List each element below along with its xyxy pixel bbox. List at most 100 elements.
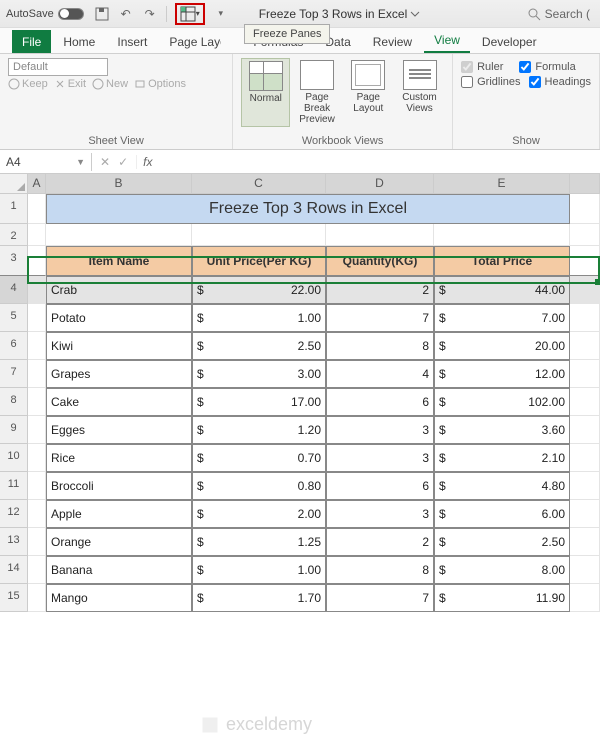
cell-price[interactable]: $22.00 bbox=[192, 276, 326, 304]
cell-item[interactable]: Potato bbox=[46, 304, 192, 332]
cell[interactable] bbox=[570, 388, 600, 416]
row-header[interactable]: 5 bbox=[0, 304, 28, 332]
custom-views-button[interactable]: Custom Views bbox=[395, 58, 444, 127]
save-icon[interactable] bbox=[94, 6, 110, 22]
cell[interactable] bbox=[28, 360, 46, 388]
cell-price[interactable]: $2.00 bbox=[192, 500, 326, 528]
cell-qty[interactable]: 7 bbox=[326, 304, 434, 332]
cell-price[interactable]: $1.00 bbox=[192, 556, 326, 584]
cell-qty[interactable]: 8 bbox=[326, 332, 434, 360]
cell-price[interactable]: $0.70 bbox=[192, 444, 326, 472]
cell-qty[interactable]: 7 bbox=[326, 584, 434, 612]
cell[interactable] bbox=[28, 276, 46, 304]
cell[interactable] bbox=[28, 584, 46, 612]
cell[interactable] bbox=[570, 304, 600, 332]
cell-item[interactable]: Grapes bbox=[46, 360, 192, 388]
options-button[interactable]: Options bbox=[134, 78, 186, 90]
freeze-panes-qat-button[interactable]: ▾ bbox=[175, 3, 205, 25]
tab-page-layout[interactable]: Page Layout bbox=[159, 30, 221, 53]
cell[interactable] bbox=[570, 444, 600, 472]
cell[interactable] bbox=[570, 194, 600, 224]
select-all-corner[interactable] bbox=[0, 174, 28, 194]
header-total-price[interactable]: Total Price bbox=[434, 246, 570, 276]
cell[interactable] bbox=[570, 360, 600, 388]
col-header-c[interactable]: C bbox=[192, 174, 326, 194]
cell-item[interactable]: Banana bbox=[46, 556, 192, 584]
row-header[interactable]: 6 bbox=[0, 332, 28, 360]
cell[interactable] bbox=[570, 500, 600, 528]
cell-item[interactable]: Egges bbox=[46, 416, 192, 444]
cell[interactable] bbox=[28, 388, 46, 416]
undo-icon[interactable]: ↶ bbox=[118, 6, 134, 22]
title-cell[interactable]: Freeze Top 3 Rows in Excel bbox=[46, 194, 570, 224]
cell-price[interactable]: $1.25 bbox=[192, 528, 326, 556]
qat-customize-icon[interactable]: ▾ bbox=[213, 6, 229, 22]
cell[interactable] bbox=[570, 332, 600, 360]
col-header-a[interactable]: A bbox=[28, 174, 46, 194]
cell-item[interactable]: Crab bbox=[46, 276, 192, 304]
cell-price[interactable]: $1.20 bbox=[192, 416, 326, 444]
cell[interactable] bbox=[570, 528, 600, 556]
row-header[interactable]: 11 bbox=[0, 472, 28, 500]
col-header-f[interactable] bbox=[570, 174, 600, 194]
col-header-d[interactable]: D bbox=[326, 174, 434, 194]
row-header[interactable]: 4 bbox=[0, 276, 28, 304]
autosave-toggle[interactable]: AutoSave bbox=[6, 8, 84, 20]
keep-button[interactable]: Keep bbox=[8, 78, 48, 90]
cancel-formula-icon[interactable]: ✕ bbox=[100, 155, 110, 169]
cell[interactable] bbox=[28, 528, 46, 556]
row-header[interactable]: 9 bbox=[0, 416, 28, 444]
cell-price[interactable]: $3.00 bbox=[192, 360, 326, 388]
cell-qty[interactable]: 6 bbox=[326, 472, 434, 500]
row-header[interactable]: 7 bbox=[0, 360, 28, 388]
col-header-e[interactable]: E bbox=[434, 174, 570, 194]
col-header-b[interactable]: B bbox=[46, 174, 192, 194]
cell-total[interactable]: $7.00 bbox=[434, 304, 570, 332]
tab-file[interactable]: File bbox=[12, 30, 51, 53]
cell-item[interactable]: Cake bbox=[46, 388, 192, 416]
cell-item[interactable]: Mango bbox=[46, 584, 192, 612]
row-header[interactable]: 8 bbox=[0, 388, 28, 416]
cell-total[interactable]: $3.60 bbox=[434, 416, 570, 444]
cell[interactable] bbox=[28, 416, 46, 444]
cell-qty[interactable]: 3 bbox=[326, 500, 434, 528]
row-header[interactable]: 2 bbox=[0, 224, 28, 246]
row-header[interactable]: 15 bbox=[0, 584, 28, 612]
cell[interactable] bbox=[570, 556, 600, 584]
fx-icon[interactable]: fx bbox=[136, 155, 152, 169]
headings-checkbox[interactable] bbox=[529, 76, 541, 88]
cell-price[interactable]: $1.70 bbox=[192, 584, 326, 612]
cell-qty[interactable]: 2 bbox=[326, 276, 434, 304]
new-button[interactable]: New bbox=[92, 78, 128, 90]
cell[interactable] bbox=[28, 472, 46, 500]
cell-total[interactable]: $44.00 bbox=[434, 276, 570, 304]
sheet-view-selector[interactable]: Default bbox=[8, 58, 108, 76]
cell-total[interactable]: $20.00 bbox=[434, 332, 570, 360]
cell[interactable] bbox=[570, 584, 600, 612]
cell-total[interactable]: $12.00 bbox=[434, 360, 570, 388]
page-break-preview-button[interactable]: Page Break Preview bbox=[292, 58, 341, 127]
toggle-icon[interactable] bbox=[58, 8, 84, 20]
normal-view-button[interactable]: Normal bbox=[241, 58, 290, 127]
cell-price[interactable]: $17.00 bbox=[192, 388, 326, 416]
row-header[interactable]: 12 bbox=[0, 500, 28, 528]
ruler-checkbox[interactable] bbox=[461, 61, 473, 73]
tab-home[interactable]: Home bbox=[53, 30, 105, 53]
exit-button[interactable]: Exit bbox=[54, 78, 86, 90]
row-header[interactable]: 3 bbox=[0, 246, 28, 276]
cell-total[interactable]: $102.00 bbox=[434, 388, 570, 416]
tab-view[interactable]: View bbox=[424, 28, 470, 53]
cell-total[interactable]: $6.00 bbox=[434, 500, 570, 528]
cell-qty[interactable]: 3 bbox=[326, 444, 434, 472]
row-header[interactable]: 1 bbox=[0, 194, 28, 224]
cell-item[interactable]: Apple bbox=[46, 500, 192, 528]
gridlines-checkbox[interactable] bbox=[461, 76, 473, 88]
cell-qty[interactable]: 8 bbox=[326, 556, 434, 584]
cell-price[interactable]: $2.50 bbox=[192, 332, 326, 360]
cell-qty[interactable]: 2 bbox=[326, 528, 434, 556]
search-box[interactable]: Search ( bbox=[527, 7, 590, 21]
cell-total[interactable]: $4.80 bbox=[434, 472, 570, 500]
formula-bar-checkbox[interactable] bbox=[519, 61, 531, 73]
cell-total[interactable]: $11.90 bbox=[434, 584, 570, 612]
row-header[interactable]: 13 bbox=[0, 528, 28, 556]
